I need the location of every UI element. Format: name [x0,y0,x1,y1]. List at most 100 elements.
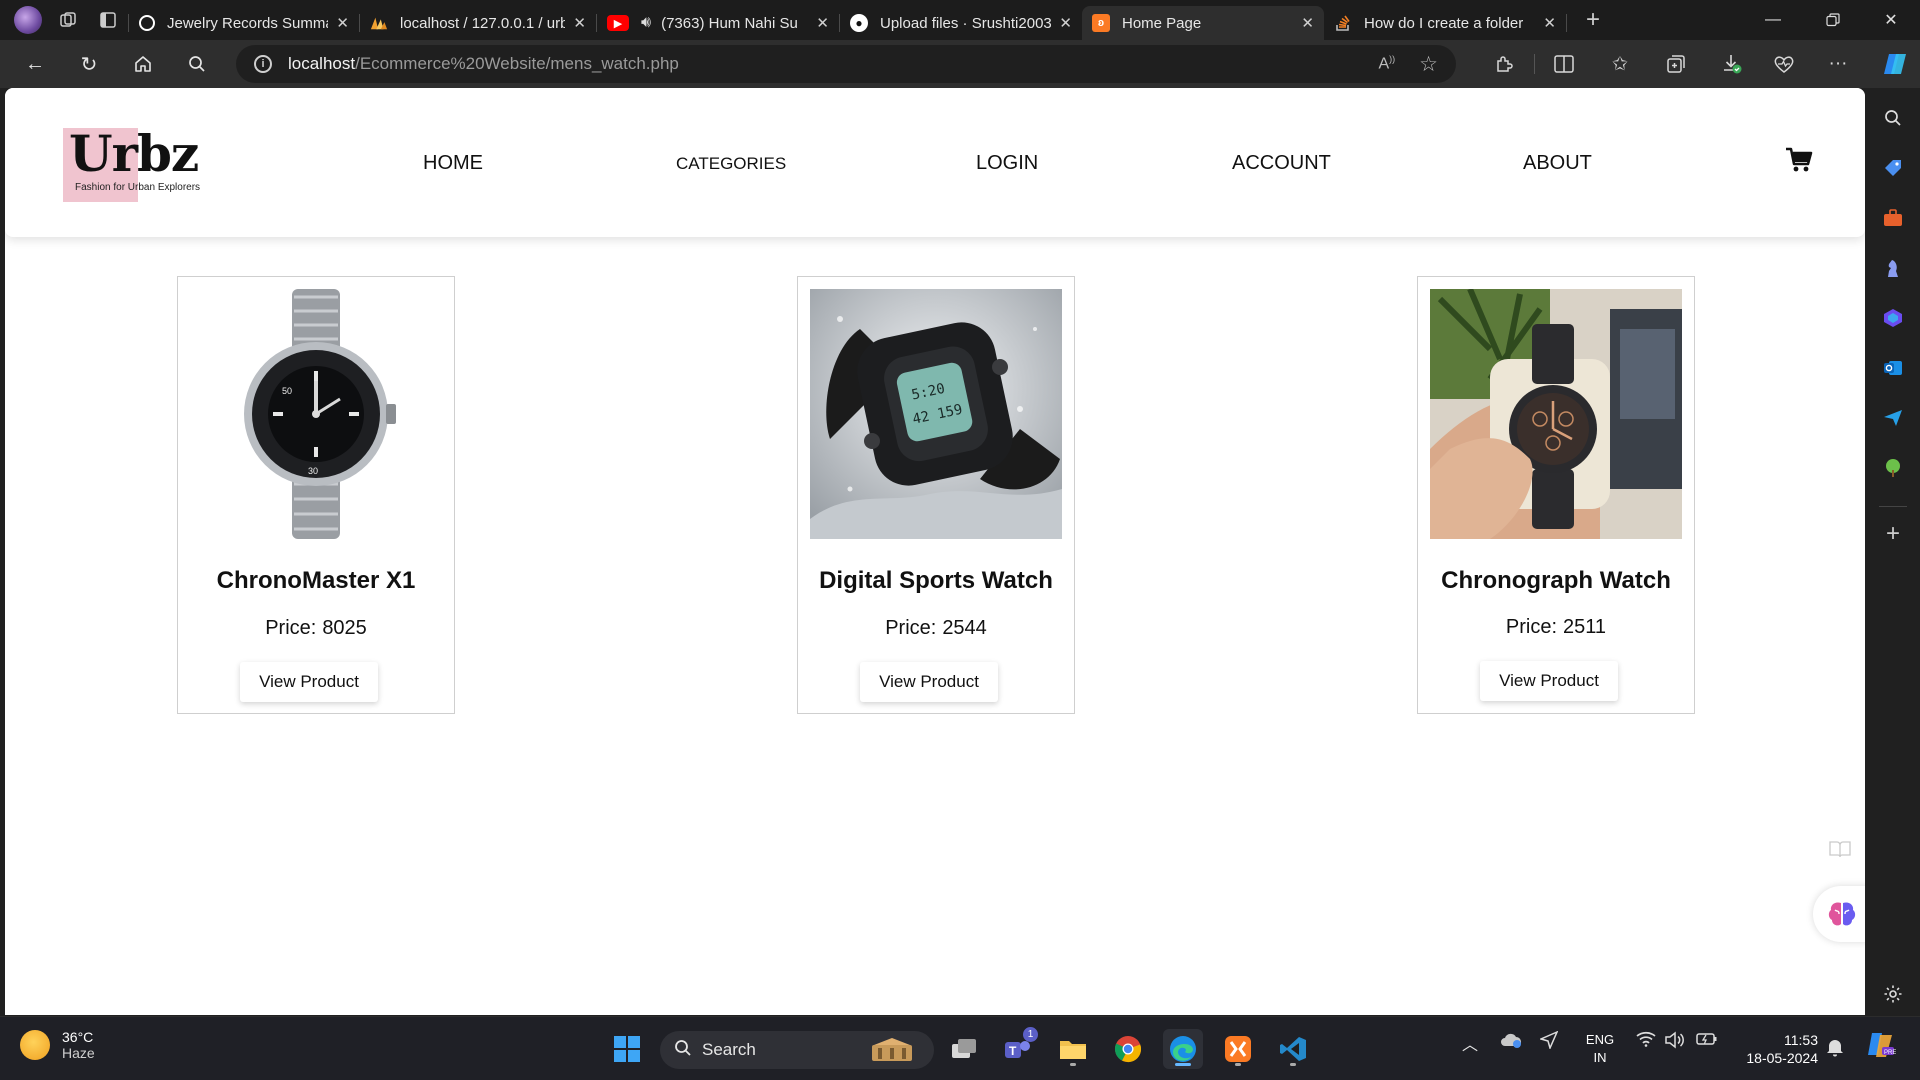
tab-phpmyadmin[interactable]: localhost / 127.0.0.1 / urb ✕ [360,6,596,40]
tab-jewelry-records[interactable]: Jewelry Records Summar ✕ [129,6,359,40]
tab-github[interactable]: ● Upload files · Srushti2003 ✕ [840,6,1082,40]
minimize-icon[interactable]: — [1744,0,1802,40]
windows-taskbar: 36°C Haze Search T 1 ︿ ENG IN 11:53 18-0… [0,1016,1920,1080]
close-icon[interactable]: ✕ [816,14,829,32]
view-product-button[interactable]: View Product [240,662,378,702]
refresh-icon[interactable]: ↻ [62,40,116,88]
search-icon[interactable] [170,40,224,88]
site-header: Urbz Fashion for Urban Explorers HOME CA… [5,88,1865,237]
copilot-taskbar-icon[interactable]: PRE [1864,1029,1896,1064]
product-name: Digital Sports Watch [819,567,1053,594]
onedrive-cloud-icon[interactable] [1500,1031,1524,1052]
region-code: IN [1593,1050,1607,1065]
reading-view-icon[interactable] [1829,840,1853,864]
logo-wordmark: Urbz [69,124,199,183]
view-product-button[interactable]: View Product [860,662,998,702]
microsoft-365-icon[interactable] [1877,302,1909,334]
notification-bell-icon[interactable] [1826,1037,1844,1060]
volume-icon[interactable] [1664,1031,1684,1052]
games-chess-icon[interactable] [1877,252,1909,284]
send-drop-icon[interactable] [1877,402,1909,434]
wifi-icon[interactable] [1636,1031,1656,1050]
more-options-icon[interactable]: ··· [1816,40,1860,88]
read-aloud-icon[interactable]: A)) [1379,54,1396,73]
outlook-icon[interactable] [1877,352,1909,384]
show-hidden-icons-chevron-icon[interactable]: ︿ [1462,1031,1478,1055]
ai-assistant-button[interactable] [1813,886,1865,942]
cart-icon[interactable] [1785,146,1813,174]
back-arrow-icon[interactable]: ← [8,40,62,88]
vscode-icon[interactable] [1273,1029,1313,1069]
tab-title: Upload files · Srushti2003 [880,14,1052,32]
site-info-icon[interactable]: i [254,55,272,73]
profile-avatar[interactable] [14,6,42,34]
shopping-tag-icon[interactable] [1877,152,1909,184]
favorite-star-icon[interactable]: ☆ [1419,52,1438,77]
site-logo[interactable]: Urbz Fashion for Urban Explorers [63,124,223,202]
weather-widget[interactable]: 36°C Haze [20,1029,95,1061]
collections-icon[interactable] [1654,40,1698,88]
svg-text:PRE: PRE [1884,1050,1896,1056]
close-icon[interactable]: ✕ [1543,14,1556,32]
chrome-icon[interactable] [1108,1029,1148,1069]
input-language-indicator[interactable]: ENG IN [1580,1031,1620,1067]
home-icon[interactable] [116,40,170,88]
close-icon[interactable]: ✕ [336,14,349,32]
nav-account[interactable]: ACCOUNT [1232,152,1331,175]
nav-login[interactable]: LOGIN [976,152,1038,175]
product-image-chronograph-watch[interactable] [1430,289,1682,539]
close-icon[interactable]: ✕ [573,14,586,32]
youtube-icon: ▶ [607,15,629,31]
view-product-button[interactable]: View Product [1480,661,1618,701]
tab-stackoverflow[interactable]: How do I create a folder ✕ [1324,6,1566,40]
svg-text:50: 50 [282,386,292,396]
add-sidebar-app-icon[interactable]: + [1877,518,1909,550]
product-image-digital-watch[interactable]: 5:20 42 159 [810,289,1062,539]
downloads-icon[interactable] [1710,40,1754,88]
product-card: Chronograph Watch Price: 2511 View Produc… [1417,276,1695,714]
new-tab-icon[interactable]: + [1567,0,1619,40]
nav-about[interactable]: ABOUT [1523,152,1592,175]
favorites-icon[interactable]: ✩ [1598,40,1642,88]
close-window-icon[interactable]: ✕ [1862,0,1920,40]
product-card: 5:20 42 159 Digital Sports Watch Price: 2… [797,276,1075,714]
browser-essentials-icon[interactable] [1762,40,1806,88]
tab-title: (7363) Hum Nahi Su [661,14,798,32]
vertical-tabs-icon[interactable] [88,0,128,40]
tab-youtube[interactable]: ▶ 🔊︎ (7363) Hum Nahi Su ✕ [597,6,839,40]
running-indicator [1070,1063,1076,1066]
sidebar-search-icon[interactable] [1877,102,1909,134]
task-view-icon[interactable] [944,1029,984,1069]
split-screen-icon[interactable] [1542,40,1586,88]
battery-charging-icon[interactable] [1696,1031,1718,1050]
system-clock[interactable]: 11:53 18-05-2024 [1730,1031,1818,1067]
audio-playing-icon[interactable]: 🔊︎ [641,14,651,32]
sidebar-settings-gear-icon[interactable] [1877,978,1909,1010]
workspaces-icon[interactable] [48,0,88,40]
edge-sidebar: + [1866,88,1920,1016]
edge-browser-icon[interactable] [1163,1029,1203,1069]
tree-icon[interactable] [1877,452,1909,484]
location-arrow-icon[interactable] [1538,1030,1559,1052]
tools-briefcase-icon[interactable] [1877,202,1909,234]
product-image-dive-watch[interactable]: 50 30 [190,289,442,539]
notification-badge: 1 [1023,1027,1038,1042]
active-window-indicator [1175,1063,1191,1066]
tab-home-page[interactable]: ʚ Home Page ✕ [1082,6,1324,40]
github-icon: ● [850,14,868,32]
xampp-icon[interactable] [1218,1029,1258,1069]
file-explorer-icon[interactable] [1053,1029,1093,1069]
close-icon[interactable]: ✕ [1301,14,1314,32]
teams-icon[interactable]: T 1 [998,1027,1038,1069]
address-bar[interactable]: i localhost/Ecommerce%20Website/mens_wat… [236,45,1456,83]
taskbar-search-box[interactable]: Search [660,1031,934,1069]
close-icon[interactable]: ✕ [1059,14,1072,32]
search-icon [674,1039,692,1062]
extensions-icon[interactable] [1482,40,1526,88]
restore-icon[interactable] [1804,0,1862,40]
nav-categories[interactable]: CATEGORIES [676,154,786,174]
nav-home[interactable]: HOME [423,152,483,175]
windows-start-icon[interactable] [607,1029,647,1069]
copilot-icon[interactable] [1870,40,1920,88]
product-price: Price: 2544 [798,617,1074,640]
